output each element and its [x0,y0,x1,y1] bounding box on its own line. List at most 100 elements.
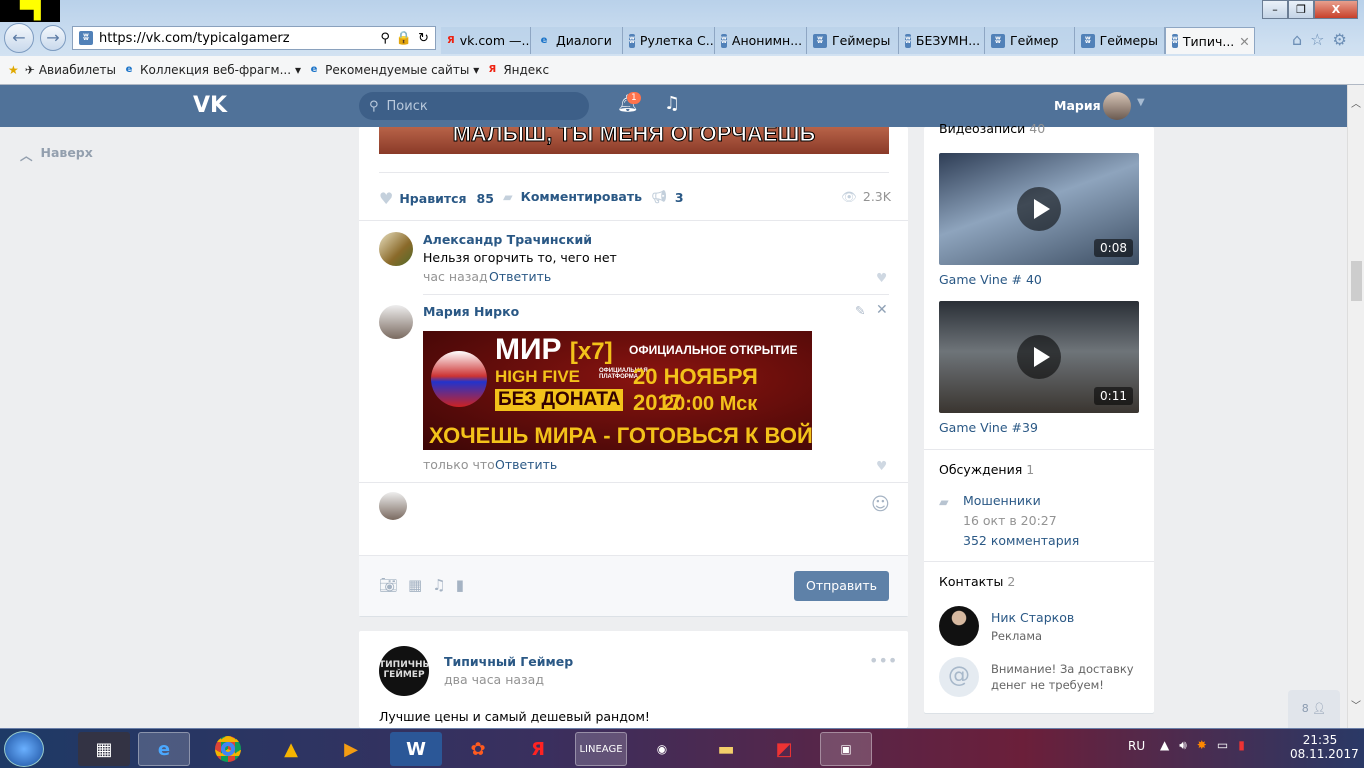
comment-time[interactable]: только что [423,457,495,472]
taskbar-yandex[interactable]: Я [512,732,564,766]
close-tab-icon[interactable]: ✕ [1239,34,1249,49]
videos-heading[interactable]: Видеозаписи 40 [939,121,1045,136]
taskbar-word[interactable]: W [390,732,442,766]
discussions-heading[interactable]: Обсуждения 1 [939,462,1034,477]
fav-item[interactable]: e Коллекция веб-фрагм... ▾ [122,63,302,77]
restore-button[interactable]: ❐ [1288,0,1314,19]
edit-icon[interactable]: ✎ [855,303,865,318]
comment-like-icon[interactable]: ♥ [876,270,887,285]
contact-name[interactable]: Ник Старков [991,610,1074,625]
taskbar-app[interactable]: ▦ [78,732,130,766]
video-title[interactable]: Game Vine #39 [939,420,1038,435]
search-icon[interactable]: ⚲ [380,31,390,46]
favorites-star-icon[interactable]: ★ [8,63,19,77]
tray-expand-icon[interactable]: ▲ [1160,738,1169,753]
contacts-heading[interactable]: Контакты 2 [939,574,1015,589]
gear-icon[interactable]: ⚙ [1333,30,1347,49]
taskbar-app[interactable]: ◩ [758,732,810,766]
user-avatar[interactable] [1103,92,1131,120]
forward-button[interactable]: → [40,25,66,51]
video-icon[interactable]: ▦ [408,576,422,594]
contact-avatar[interactable] [939,606,979,646]
tab[interactable]: ʬ Геймеры [807,27,899,54]
comment-author[interactable]: Александр Трачинский [423,232,592,247]
like-button[interactable]: ♥ Нравится 85 [379,189,494,208]
avast-icon[interactable]: ✸ [1197,738,1207,753]
back-button[interactable]: ← [4,23,34,53]
volume-icon[interactable]: 🔊︎ [1179,738,1187,753]
tab[interactable]: ʬ Геймеры [1075,27,1165,54]
scrollbar-thumb[interactable] [1351,261,1362,301]
camera-icon[interactable]: 📷︎ [379,576,398,594]
search-input[interactable]: ⚲ Поиск [359,92,589,120]
reply-link[interactable]: Ответить [495,457,557,472]
language-indicator[interactable]: RU [1128,739,1145,753]
share-button[interactable]: 📢︎ 3 [651,189,684,205]
fav-item[interactable]: e Рекомендуемые сайты ▾ [307,63,480,77]
comment-button[interactable]: ▰ Комментировать [503,189,642,204]
comment-author[interactable]: Мария Нирко [423,304,519,319]
tab-active[interactable]: ʬ Типич... ✕ [1165,27,1255,54]
video-thumbnail[interactable]: 0:11 [939,301,1139,413]
emoji-icon[interactable]: ☺ [871,494,890,515]
taskbar-game[interactable]: LINEAGE [575,732,627,766]
user-name[interactable]: Мария [1054,98,1101,113]
video-thumbnail[interactable]: 0:08 [939,153,1139,265]
tab[interactable]: ʬ Анонимн... [715,27,807,54]
fav-item[interactable]: Я Яндекс [485,63,549,77]
vk-logo[interactable]: VK [193,93,227,118]
comment-like-icon[interactable]: ♥ [876,458,887,473]
lock-icon[interactable]: 🔒 [396,31,412,46]
taskbar-chrome[interactable] [202,732,254,766]
taskbar-ie[interactable]: e [138,732,190,766]
clock[interactable]: 21:35 08.11.2017 [1290,733,1359,761]
taskbar-media[interactable]: ▶ [325,732,377,766]
start-button[interactable] [4,731,44,767]
taskbar-explorer[interactable]: ▬ [700,732,752,766]
scrollbar[interactable]: ︿ ﹀ [1347,85,1364,728]
discussion-comments[interactable]: 352 комментария [963,533,1079,548]
favorites-star-icon[interactable]: ☆ [1310,30,1324,49]
music-icon[interactable]: ♫ [664,93,680,114]
group-avatar[interactable]: ТИПИЧНЫЙГЕЙМЕР [379,646,429,696]
taskbar-app[interactable]: ✿ [452,732,504,766]
scroll-up-icon[interactable]: ︿ [1351,95,1361,110]
back-to-top-link[interactable]: ︿ Наверх [20,145,93,164]
close-window-button[interactable]: X [1314,0,1358,19]
friends-online-button[interactable]: 8 👤︎ [1288,690,1340,728]
post-image[interactable]: МАЛЫШ, ТЫ МЕНЯ ОГОРЧАЕШЬ [379,127,889,154]
scroll-down-icon[interactable]: ﹀ [1351,697,1361,712]
send-button[interactable]: Отправить [794,571,889,601]
taskbar-app[interactable]: ▣ [820,732,872,766]
chevron-down-icon[interactable]: ▼ [1137,97,1145,108]
delete-icon[interactable]: ✕ [876,302,888,318]
tab[interactable]: ʬ Геймер [985,27,1075,54]
taskbar-app[interactable]: ▲ [265,732,317,766]
comment-banner-image[interactable]: МИР [x7] HIGH FIVE ОФИЦИАЛЬНАЯ ПЛАТФОРМА… [423,331,812,450]
comment-time[interactable]: час назад [423,269,488,284]
power-icon[interactable]: ▮ [1238,738,1245,753]
document-icon[interactable]: ▮ [456,576,464,594]
tab[interactable]: ʬ Рулетка С... [623,27,715,54]
music-icon[interactable]: ♫ [432,576,445,594]
post-author[interactable]: Типичный Геймер [444,654,573,669]
network-icon[interactable]: ▭ [1217,738,1228,753]
fav-item[interactable]: ✈ Авиабилеты [25,63,116,77]
video-title[interactable]: Game Vine # 40 [939,272,1042,287]
post-time[interactable]: два часа назад [444,672,544,687]
comment-input[interactable] [419,489,859,549]
reply-link[interactable]: Ответить [489,269,551,284]
home-icon[interactable]: ⌂ [1292,30,1302,49]
tab[interactable]: e Диалоги [531,27,623,54]
taskbar-app[interactable]: ◉ [636,732,688,766]
more-options-icon[interactable]: ••• [869,651,897,670]
address-bar[interactable]: ʬ https://vk.com/typicalgamerz ⚲ 🔒 ↻ [72,26,436,50]
tab[interactable]: ʬ БЕЗУМН... [899,27,985,54]
comment-avatar[interactable] [379,232,413,266]
minimize-button[interactable]: – [1262,0,1288,19]
tab[interactable]: Яvk.com —... [441,27,531,54]
comment-avatar[interactable] [379,305,413,339]
refresh-icon[interactable]: ↻ [418,31,429,46]
notifications-bell-icon[interactable]: 🔔︎ 1 [617,92,641,114]
discussion-title[interactable]: Мошенники [963,493,1041,508]
